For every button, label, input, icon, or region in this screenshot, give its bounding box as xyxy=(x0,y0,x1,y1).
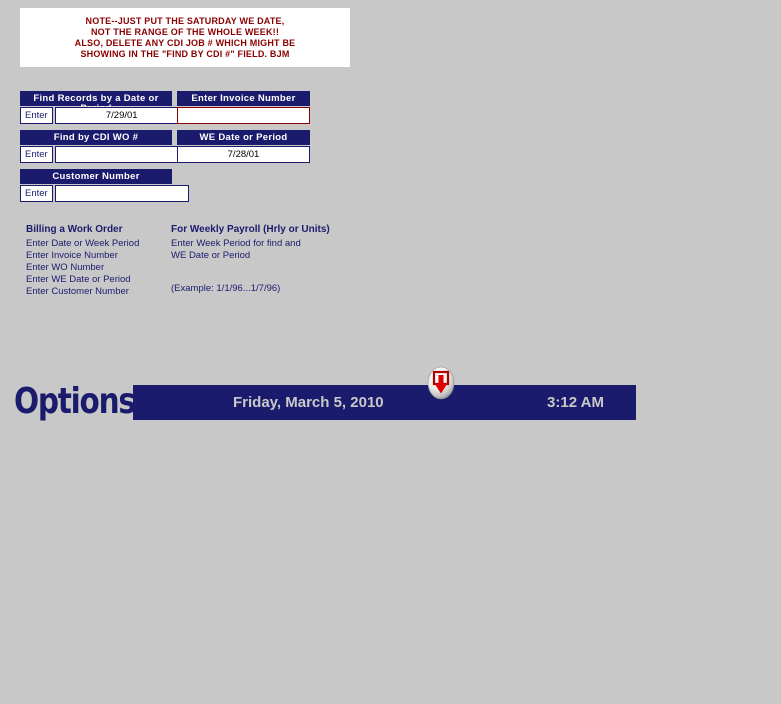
instructions-block: Billing a Work Order Enter Date or Week … xyxy=(26,224,366,298)
field-group-invoice-number: Enter Invoice Number xyxy=(177,91,310,124)
instructions-billing-title: Billing a Work Order xyxy=(26,224,123,235)
drop-insert-cursor-icon xyxy=(425,366,457,400)
field-label-invoice-number: Enter Invoice Number xyxy=(177,91,310,106)
form-right-column: Enter Invoice Number WE Date or Period xyxy=(177,91,310,169)
note-line-3: ALSO, DELETE ANY CDI JOB # WHICH MIGHT B… xyxy=(74,37,296,48)
note-line-1: NOTE--JUST PUT THE SATURDAY WE DATE, xyxy=(85,15,285,26)
instructions-payroll-title: For Weekly Payroll (Hrly or Units) xyxy=(171,224,330,235)
field-label-customer-number: Customer Number xyxy=(20,169,172,184)
invoice-number-input[interactable] xyxy=(177,107,310,124)
instructions-payroll-example: (Example: 1/1/96...1/7/96) xyxy=(171,283,281,294)
field-group-find-by-date: Find Records by a Date or Period Enter xyxy=(20,91,189,124)
field-row-find-by-date: Enter xyxy=(20,107,189,124)
field-label-find-by-date: Find Records by a Date or Period xyxy=(20,91,172,114)
form-left-column: Find Records by a Date or Period Enter F… xyxy=(20,91,189,208)
note-line-4: SHOWING IN THE "FIND BY CDI #" FIELD. BJ… xyxy=(80,48,290,59)
field-row-find-by-cdi-wo: Enter xyxy=(20,146,189,163)
note-line-2: NOT THE RANGE OF THE WHOLE WEEK!! xyxy=(90,26,280,37)
instructions-billing-line-1: Enter Date or Week Period xyxy=(26,238,140,249)
find-by-date-input[interactable] xyxy=(54,107,189,124)
field-group-find-by-cdi-wo: Find by CDI WO # Enter xyxy=(20,130,189,163)
instructions-payroll-column: For Weekly Payroll (Hrly or Units) Enter… xyxy=(171,224,366,298)
field-row-we-date xyxy=(177,146,310,163)
instructions-billing-line-2: Enter Invoice Number xyxy=(26,250,118,261)
field-row-customer-number: Enter xyxy=(20,185,189,202)
enter-button-customer-number[interactable]: Enter xyxy=(20,185,53,202)
current-date-label: Friday, March 5, 2010 xyxy=(233,394,384,411)
we-date-input[interactable] xyxy=(177,146,310,163)
options-row: Options Friday, March 5, 2010 3:12 AM xyxy=(14,380,654,424)
field-group-customer-number: Customer Number Enter xyxy=(20,169,189,202)
current-time-label: 3:12 AM xyxy=(547,394,604,411)
options-button[interactable]: Options xyxy=(14,384,136,420)
instructions-billing-column: Billing a Work Order Enter Date or Week … xyxy=(26,224,171,298)
instructions-billing-line-4: Enter WE Date or Period xyxy=(26,274,131,285)
instructions-payroll-line-2: WE Date or Period xyxy=(171,250,251,261)
enter-button-find-by-cdi-wo[interactable]: Enter xyxy=(20,146,53,163)
enter-button-find-by-date[interactable]: Enter xyxy=(20,107,53,124)
field-group-we-date: WE Date or Period xyxy=(177,130,310,163)
customer-number-input[interactable] xyxy=(54,185,189,202)
datetime-bar: Friday, March 5, 2010 3:12 AM xyxy=(133,385,636,420)
instructions-payroll-line-1: Enter Week Period for find and xyxy=(171,238,301,249)
note-text-block: NOTE--JUST PUT THE SATURDAY WE DATE, NOT… xyxy=(75,16,296,60)
find-by-cdi-wo-input[interactable] xyxy=(54,146,189,163)
field-row-invoice-number xyxy=(177,107,310,124)
instructions-billing-line-3: Enter WO Number xyxy=(26,262,105,273)
instructions-billing-line-5: Enter Customer Number xyxy=(26,286,129,297)
field-label-find-by-cdi-wo: Find by CDI WO # xyxy=(20,130,172,145)
field-label-we-date: WE Date or Period xyxy=(177,130,310,145)
note-banner: NOTE--JUST PUT THE SATURDAY WE DATE, NOT… xyxy=(20,8,350,67)
